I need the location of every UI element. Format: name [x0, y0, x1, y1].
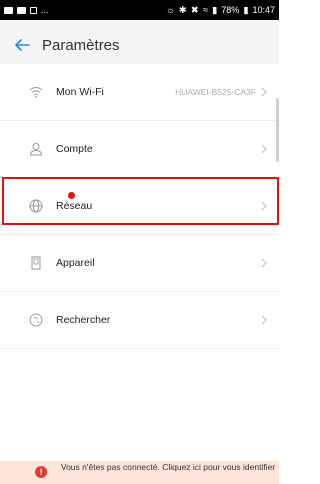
wifi-ssid: HUAWEI-B525-CA3F	[175, 87, 256, 97]
arrow-left-icon	[15, 39, 30, 51]
bluetooth-icon: ✱	[178, 4, 187, 16]
phone-icon	[30, 6, 37, 14]
list-item-label: Appareil	[56, 257, 95, 269]
globe-icon	[28, 198, 44, 214]
chevron-right-icon	[258, 84, 270, 100]
list-item-label: Rechercher	[56, 314, 111, 326]
chat-icon	[17, 6, 26, 14]
chevron-right-icon	[258, 255, 270, 271]
wifi-icon	[28, 84, 44, 100]
app-header: Paramètres	[0, 20, 279, 70]
chevron-right-icon	[258, 312, 270, 328]
list-item-label: Compte	[56, 143, 93, 155]
alarm-icon: ☼	[166, 4, 175, 16]
list-item-wifi[interactable]: Mon Wi-Fi HUAWEI-B525-CA3F	[0, 64, 279, 121]
list-item-appareil[interactable]: Appareil	[0, 235, 279, 292]
signal-icon: ▮	[211, 4, 218, 16]
alert-icon: !	[35, 466, 47, 478]
page-title: Paramètres	[42, 36, 120, 54]
list-item-compte[interactable]: Compte	[0, 121, 279, 178]
device-icon	[28, 255, 44, 271]
click-marker	[68, 192, 75, 199]
login-banner[interactable]: ! Vous n'êtes pas connecté. Cliquez ici …	[0, 461, 279, 484]
list-item-reseau[interactable]: Réseau	[0, 178, 279, 235]
user-icon	[28, 141, 44, 157]
status-bar: ... ☼ ✱ ✖ ≈ ▮ 78% ▮ 10:47	[0, 0, 279, 20]
battery-percent: 78%	[221, 5, 240, 15]
battery-icon: ▮	[243, 4, 249, 16]
image-icon	[4, 6, 13, 14]
scrollbar[interactable]	[276, 98, 279, 162]
clock: 10:47	[252, 5, 275, 15]
mute-icon: ✖	[190, 4, 199, 16]
status-right: ☼ ✱ ✖ ≈ ▮ 78% ▮ 10:47	[166, 5, 275, 16]
banner-text: Vous n'êtes pas connecté. Cliquez ici po…	[60, 462, 276, 472]
search-icon	[28, 312, 44, 328]
chevron-right-icon	[258, 141, 270, 157]
list-item-label: Réseau	[56, 200, 93, 212]
chevron-right-icon	[258, 198, 270, 214]
list-item-rechercher[interactable]: Rechercher	[0, 292, 279, 349]
list-item-label: Mon Wi-Fi	[56, 86, 104, 98]
wifi-status-icon: ≈	[202, 4, 208, 16]
status-left: ...	[4, 5, 49, 15]
back-button[interactable]	[4, 20, 40, 70]
notification-more: ...	[41, 5, 49, 15]
settings-list: Mon Wi-Fi HUAWEI-B525-CA3F Compte Réseau…	[0, 64, 279, 349]
